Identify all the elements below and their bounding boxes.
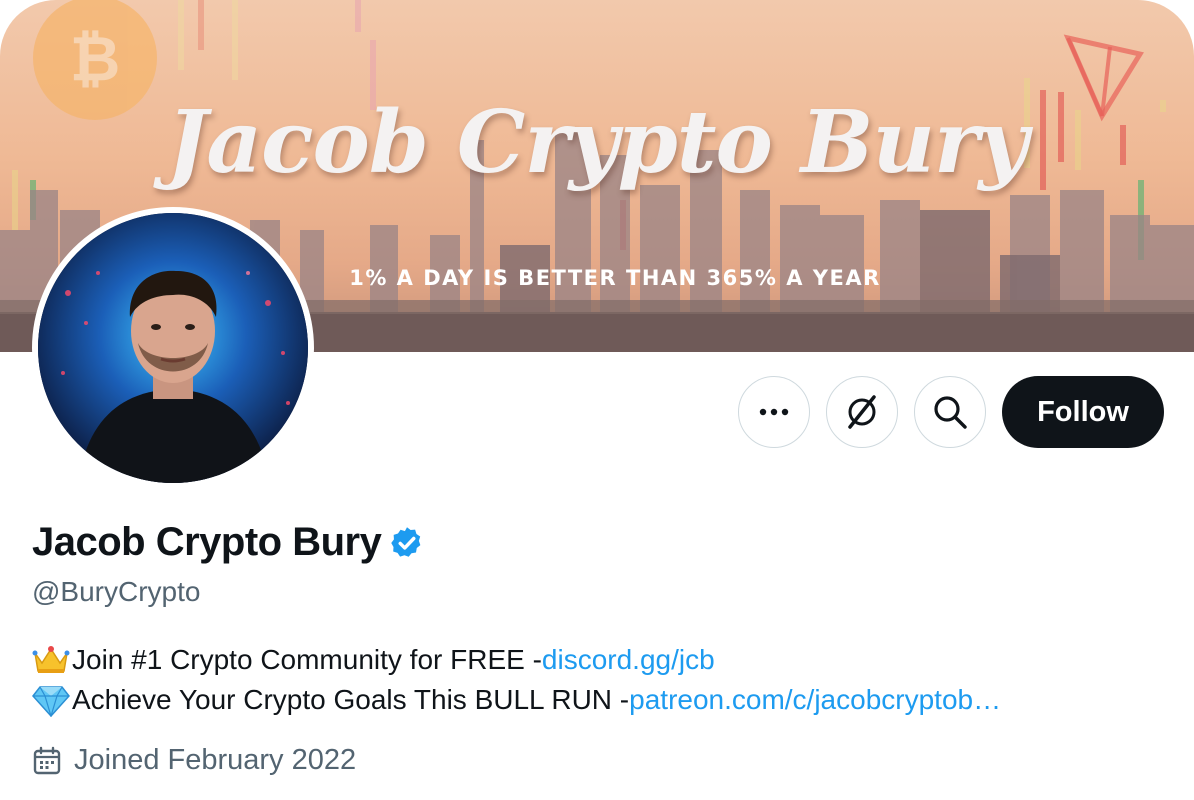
gem-icon — [32, 686, 70, 717]
grok-icon — [848, 395, 876, 429]
profile-actions: Follow — [738, 376, 1164, 448]
bio-line-1: Join #1 Crypto Community for FREE - disc… — [32, 640, 1001, 680]
bio-line-2-text: Achieve Your Crypto Goals This BULL RUN … — [72, 684, 630, 715]
bio-line-1-text: Join #1 Crypto Community for FREE - — [72, 644, 542, 675]
grok-button[interactable] — [826, 376, 898, 448]
calendar-icon — [33, 746, 61, 774]
avatar[interactable] — [32, 207, 314, 489]
avatar-photo — [38, 213, 308, 483]
profile-handle: @BuryCrypto — [32, 576, 201, 607]
bio-line-2: Achieve Your Crypto Goals This BULL RUN … — [32, 680, 1001, 720]
profile-name-row: Jacob Crypto Bury — [32, 520, 425, 565]
joined-text: Joined February 2022 — [74, 744, 357, 776]
more-horizontal-icon — [759, 408, 789, 416]
verified-badge-icon[interactable] — [389, 525, 425, 561]
search-icon — [934, 396, 967, 429]
joined-date: Joined February 2022 — [32, 744, 356, 777]
follow-button[interactable]: Follow — [1002, 376, 1164, 448]
crown-icon — [32, 646, 70, 673]
banner-title: Jacob Crypto Bury — [166, 92, 1029, 193]
more-button[interactable] — [738, 376, 810, 448]
discord-link[interactable]: discord.gg/jcb — [542, 640, 715, 680]
display-name: Jacob Crypto Bury — [32, 520, 382, 564]
profile-bio: Join #1 Crypto Community for FREE - disc… — [32, 640, 1001, 720]
patreon-link[interactable]: patreon.com/c/jacobcryptob… — [629, 680, 1001, 720]
search-button[interactable] — [914, 376, 986, 448]
